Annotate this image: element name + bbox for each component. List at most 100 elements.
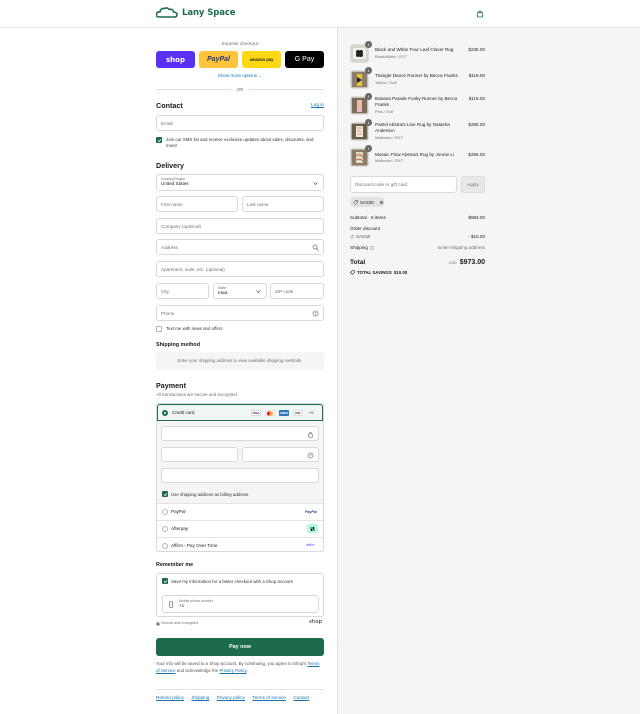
sms-checkbox[interactable] <box>156 137 162 143</box>
shipping-link[interactable]: Shipping <box>191 695 209 700</box>
first-name-field[interactable]: First name <box>156 196 238 212</box>
paypal-option[interactable]: PayPal PayPal <box>157 503 323 520</box>
item-variant: Black/White / 5'X7' <box>375 54 408 59</box>
pay-now-button[interactable]: Pay now <box>156 638 324 656</box>
express-checkout-title: Express checkout <box>221 41 259 46</box>
apartment-field[interactable]: Apartment, suite, etc. (optional) <box>156 261 324 277</box>
credit-card-radio[interactable] <box>162 410 168 416</box>
news-checkbox[interactable] <box>156 326 162 332</box>
item-price: $255.00 <box>468 122 485 127</box>
payment-methods: Credit card VISA AMEX DISC +5 Use shippi… <box>156 403 324 552</box>
company-placeholder: Company (optional) <box>161 223 202 229</box>
afterpay-radio[interactable] <box>162 526 168 532</box>
affirm-option[interactable]: Affirm - Pay Over Time affirm <box>157 537 323 551</box>
help-circle-icon[interactable] <box>312 310 319 317</box>
header: Lany Space <box>0 0 640 28</box>
brand-logo[interactable]: Lany Space <box>156 7 236 18</box>
item-name: Triangle Dance Runner by Becca Franks <box>375 73 458 78</box>
mobile-phone-field[interactable]: Mobile phone number +1 <box>162 595 319 613</box>
total-row: Total USD $973.00 <box>350 259 485 266</box>
country-select[interactable]: Country/Region United States <box>156 174 324 191</box>
item-variant: Yellow / 3'x8' <box>375 80 398 85</box>
paypal-button[interactable]: PayPal <box>199 51 238 68</box>
google-pay-label: G Pay <box>294 56 315 63</box>
order-discount-code: SAS30 <box>356 234 371 239</box>
amazon-pay-button[interactable]: amazon pay <box>242 51 281 68</box>
mastercard-icon <box>265 410 275 416</box>
city-field[interactable]: City <box>156 283 209 299</box>
order-discount-row: Order discount <box>350 226 485 231</box>
country-value: United States <box>161 181 189 186</box>
shop-privacy-link[interactable]: Privacy Policy <box>220 668 247 673</box>
card-number-field[interactable] <box>161 426 319 441</box>
state-select[interactable]: State Iowa <box>213 283 267 299</box>
subtotal-value: $983.00 <box>468 215 485 220</box>
item-name: Banana Parade Funky Runner by Becca Fran… <box>375 96 458 107</box>
discount-tag-code: SAS30 <box>360 199 374 205</box>
shipping-value: Enter shipping address <box>438 245 485 250</box>
product-thumbnail: 1 <box>350 145 372 167</box>
paypal-radio[interactable] <box>162 509 168 515</box>
google-pay-button[interactable]: G Pay <box>285 51 324 68</box>
show-more-options-link[interactable]: Show more options ⌄ <box>156 73 324 79</box>
billing-checkbox[interactable] <box>162 491 168 497</box>
discount-tag: SAS30 <box>350 197 384 207</box>
company-field[interactable]: Company (optional) <box>156 218 324 234</box>
quantity-badge: 1 <box>365 67 372 74</box>
chevron-down-icon <box>313 182 318 185</box>
expiry-field[interactable] <box>161 447 238 462</box>
visa-icon: VISA <box>251 410 261 416</box>
item-price: $255.00 <box>468 152 485 157</box>
item-name: Pastel Abstract Line Rug by Natasha Ande… <box>375 122 450 133</box>
terms-of-service-link[interactable]: Terms of service <box>252 695 285 700</box>
paypal-logo: PayPal <box>305 510 317 514</box>
discount-code-wrap: SAS30 <box>350 234 370 239</box>
credit-card-option[interactable]: Credit card VISA AMEX DISC +5 <box>157 404 323 421</box>
afterpay-option[interactable]: Afterpay <box>157 520 323 537</box>
address-field[interactable]: Address <box>156 239 324 255</box>
mastercard-circles-icon <box>267 411 273 415</box>
rug-image-icon <box>352 124 367 139</box>
quantity-badge: 1 <box>365 41 372 48</box>
contact-title: Contact <box>156 101 183 110</box>
sms-label: Join our SMS list and receive exclusive … <box>166 137 314 149</box>
more-cards-count: +5 <box>309 410 314 415</box>
amex-icon: AMEX <box>279 410 289 416</box>
privacy-policy-link[interactable]: Privacy policy <box>217 695 245 700</box>
shopping-bag-icon[interactable] <box>476 10 484 18</box>
email-field[interactable]: Email <box>156 115 324 131</box>
afterpay-option-label: Afterpay <box>171 526 189 531</box>
close-icon[interactable] <box>379 200 384 205</box>
help-circle-icon[interactable] <box>307 452 314 459</box>
apply-label: Apply <box>467 182 479 187</box>
discover-icon: DISC <box>293 410 303 416</box>
check-icon <box>163 492 167 496</box>
quantity-badge: 1 <box>365 93 372 100</box>
security-code-field[interactable] <box>242 447 319 462</box>
pay-now-label: Pay now <box>229 644 251 650</box>
zip-placeholder: ZIP code <box>275 288 294 294</box>
shop-pay-button[interactable]: shop <box>156 51 195 68</box>
help-circle-icon[interactable] <box>370 245 374 250</box>
log-in-link[interactable]: Log in <box>311 103 324 108</box>
refund-policy-link[interactable]: Refund policy <box>156 695 184 700</box>
discount-code-field[interactable]: Discount code or gift card <box>350 176 457 193</box>
affirm-radio[interactable] <box>162 543 168 549</box>
zip-field[interactable]: ZIP code <box>270 283 324 299</box>
divider-line <box>249 88 325 90</box>
contact-link[interactable]: Contact <box>293 695 309 700</box>
tag-icon <box>353 199 358 205</box>
product-thumbnail: 1 <box>350 119 372 141</box>
legal-text: Your info will be saved to a Shop accoun… <box>156 661 324 675</box>
footer-separator: · <box>247 695 250 700</box>
shop-pay-label: shop <box>166 55 185 64</box>
savings-value: $10.00 <box>393 270 408 275</box>
save-info-checkbox[interactable] <box>162 578 168 584</box>
apply-button[interactable]: Apply <box>461 176 485 193</box>
cloud-logo-icon <box>156 7 178 18</box>
legal-line1: Your info will be saved to a Shop accoun… <box>156 661 307 666</box>
affirm-option-label: Affirm - Pay Over Time <box>171 543 218 548</box>
last-name-field[interactable]: Last name <box>242 196 324 212</box>
phone-field[interactable]: Phone <box>156 305 324 321</box>
name-on-card-field[interactable] <box>161 468 319 483</box>
